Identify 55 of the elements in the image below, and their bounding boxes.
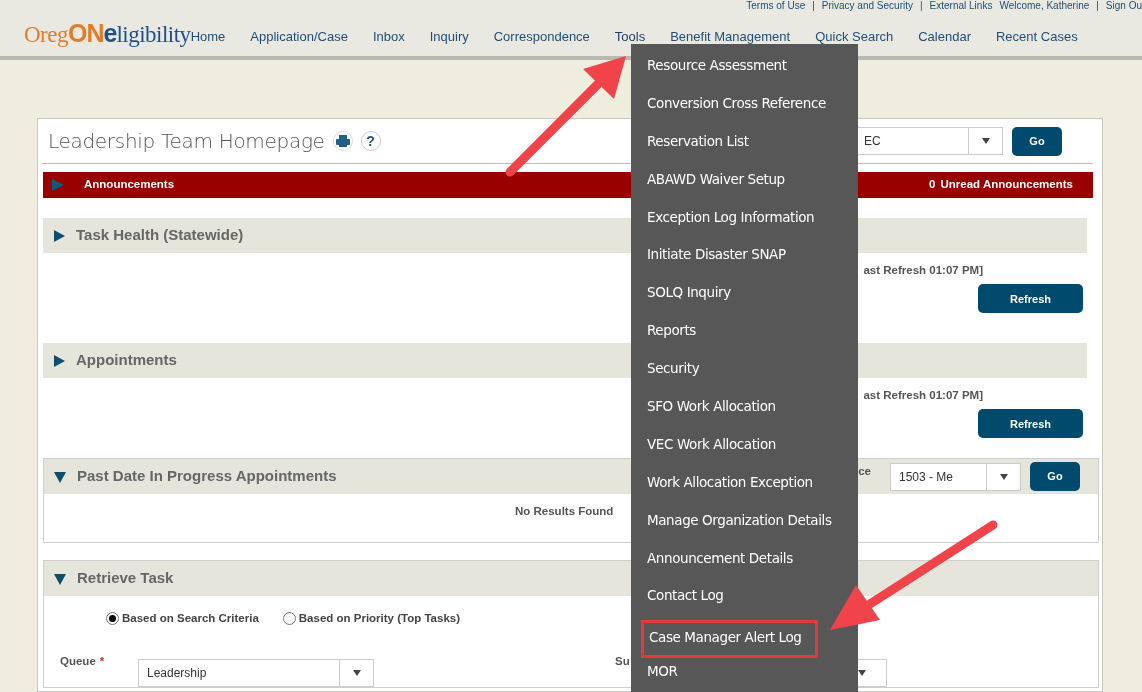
nav-link[interactable]: Quick Search [815, 26, 894, 46]
dropdown-caret-icon [998, 472, 1009, 481]
top-link[interactable]: Terms of Use [746, 0, 806, 13]
nav-link[interactable]: Inbox [372, 26, 405, 46]
dropdown-caret-icon [857, 669, 868, 678]
print-icon[interactable] [332, 131, 353, 151]
top-link[interactable]: Welcome, Katherine [999, 0, 1090, 13]
nav-link[interactable]: Recent Cases [996, 26, 1078, 46]
separator: | [1096, 0, 1099, 13]
menu-item[interactable]: Manage Organization Details [631, 506, 832, 545]
go-button[interactable]: Go [1012, 126, 1062, 156]
queue-select[interactable]: Leadership [138, 659, 374, 688]
menu-item[interactable]: MOR [631, 658, 678, 692]
sub-label: Su [615, 654, 630, 670]
expand-triangle-icon[interactable] [52, 353, 66, 368]
nav-link[interactable]: Inquiry [429, 26, 469, 46]
dropdown-caret-icon [351, 669, 362, 678]
nav-link[interactable]: Calendar [918, 26, 971, 46]
collapse-triangle-icon[interactable] [53, 571, 67, 586]
menu-item[interactable]: Conversion Cross Reference [631, 89, 826, 128]
queue-label: Queue [60, 655, 96, 668]
separator: | [812, 0, 815, 13]
unread-label: Unread Announcements [940, 177, 1073, 193]
top-link[interactable]: Privacy and Security [821, 0, 913, 13]
nav-link[interactable]: Home [190, 26, 226, 46]
collapse-triangle-icon[interactable] [53, 469, 67, 484]
menu-item[interactable]: Case Manager Alert Log [641, 620, 818, 659]
menu-item[interactable]: Resource Assessment [631, 52, 787, 90]
logo: OregONeligibility [24, 20, 191, 48]
top-link[interactable]: External Links [929, 0, 993, 13]
unread-count: 0 [929, 177, 936, 193]
announcements-label: Announcements [84, 177, 175, 193]
menu-item[interactable]: SOLQ Inquiry [631, 279, 731, 318]
refresh-button[interactable]: Refresh [978, 284, 1083, 314]
radio-option[interactable]: Based on Priority (Top Tasks) [282, 610, 461, 628]
expand-triangle-icon[interactable] [52, 228, 66, 243]
nav-link[interactable]: Correspondence [493, 26, 590, 46]
page-title: Leadership Team Homepage [48, 128, 325, 155]
last-refresh-text: ast Refresh 01:07 PM] [863, 388, 983, 403]
last-refresh-text: ast Refresh 01:07 PM] [863, 263, 983, 278]
office-select[interactable]: 1503 - Me [890, 462, 1021, 491]
top-link[interactable]: Sign Ou [1105, 0, 1142, 13]
no-results-text: No Results Found [515, 504, 614, 519]
radio-option[interactable]: Based on Search Criteria [106, 610, 259, 628]
menu-item[interactable]: Reservation List [631, 127, 749, 166]
go-button[interactable]: Go [1030, 462, 1080, 491]
dropdown-caret-icon [980, 137, 991, 145]
office-label: ce [858, 463, 871, 479]
nav-link[interactable]: Tools [614, 26, 646, 46]
required-marker: * [99, 655, 105, 668]
nav-link[interactable]: Benefit Management [670, 26, 791, 46]
menu-item[interactable]: SFO Work Allocation [631, 393, 776, 431]
refresh-button[interactable]: Refresh [978, 409, 1083, 439]
nav-link[interactable]: Application/Case [250, 26, 348, 46]
separator: | [919, 0, 923, 13]
